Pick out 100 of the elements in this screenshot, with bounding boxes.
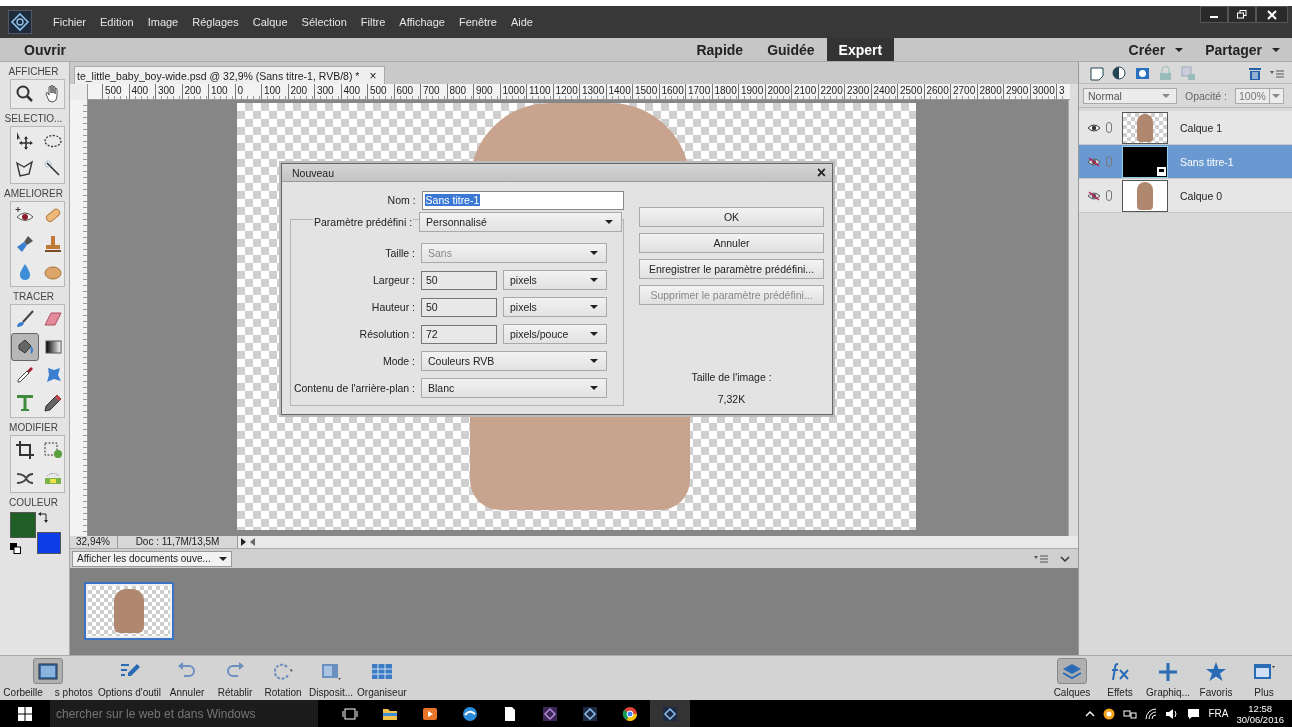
trash-icon[interactable] <box>1248 66 1262 81</box>
eye-crossed-icon[interactable] <box>1087 190 1101 201</box>
menu-item[interactable]: Fenêtre <box>451 16 504 28</box>
toolbar-button[interactable]: Corbeille s photos <box>0 656 96 700</box>
grid-icon <box>370 661 393 681</box>
default-colors-icon[interactable] <box>10 543 21 554</box>
language-indicator[interactable]: FRA <box>1208 708 1229 719</box>
toolbar-button[interactable]: Graphiq... <box>1144 656 1192 700</box>
vertical-scrollbar[interactable] <box>1068 100 1078 536</box>
mode-tab[interactable]: Rapide <box>684 38 756 61</box>
menu-item[interactable]: Filtre <box>353 16 393 28</box>
minimize-button[interactable] <box>1200 6 1228 23</box>
menu-item[interactable]: Fichier <box>46 16 93 28</box>
unit-dropdown[interactable]: pixels <box>503 297 607 317</box>
chevron-down-icon[interactable] <box>1060 554 1070 563</box>
paint-bucket-tool[interactable] <box>11 333 39 361</box>
toolbar-button[interactable]: Effets <box>1096 656 1144 700</box>
number-field[interactable]: 50 <box>421 297 497 317</box>
button-label: Corbeille <box>3 687 43 698</box>
eye-crossed-icon[interactable] <box>1087 156 1101 167</box>
dropdown[interactable]: Couleurs RVB <box>421 351 607 371</box>
sync-icon[interactable] <box>1103 707 1116 720</box>
speaker-icon[interactable] <box>1165 707 1180 720</box>
menu-button[interactable]: Créer <box>1128 41 1184 58</box>
layer-row[interactable]: Calque 1 <box>1079 111 1292 145</box>
message-icon[interactable] <box>1187 707 1201 720</box>
dropdown[interactable]: Blanc <box>421 378 607 398</box>
crop-icon <box>15 440 35 460</box>
toolbar-button[interactable]: Favoris <box>1192 656 1240 700</box>
wifi-icon[interactable] <box>1145 707 1158 720</box>
toolbar-button[interactable]: Rétablir <box>211 656 260 700</box>
dialog-button[interactable]: Enregistrer le paramètre prédéfini... <box>639 259 824 279</box>
field-label: Taille : <box>384 247 415 259</box>
link-icon[interactable] <box>1106 122 1112 133</box>
toolbar-button[interactable]: Options d'outil <box>96 656 164 700</box>
number-field[interactable]: 72 <box>421 324 497 344</box>
toolbar-button[interactable]: Calques <box>1048 656 1096 700</box>
mode-tab[interactable]: Expert <box>826 38 895 61</box>
menu-item[interactable]: Image <box>140 16 186 28</box>
network-icon[interactable] <box>1123 707 1138 720</box>
toolbar-button[interactable]: Organiseur <box>355 656 409 700</box>
toolbar-button[interactable]: Rotation <box>259 656 308 700</box>
unit-dropdown[interactable]: pixels/pouce <box>503 324 607 344</box>
toolbar-button[interactable]: Disposit... <box>307 656 356 700</box>
mask-icon[interactable] <box>1135 66 1150 81</box>
menu-item[interactable]: Calque <box>245 16 295 28</box>
horizontal-scrollbar[interactable] <box>238 536 1078 548</box>
photo-thumbnail[interactable] <box>84 582 174 640</box>
toolbar-button[interactable]: Plus <box>1240 656 1288 700</box>
windows-start-icon[interactable] <box>18 706 32 721</box>
dialog-button[interactable]: OK <box>639 207 824 227</box>
opacity-field[interactable]: 100% <box>1235 87 1284 104</box>
restore-button[interactable] <box>1228 6 1256 23</box>
blend-mode-dropdown[interactable]: Normal <box>1083 87 1177 104</box>
documents-dropdown[interactable]: Afficher les documents ouve... <box>72 550 232 567</box>
brush-icon <box>15 309 35 329</box>
swap-arrows-icon[interactable] <box>38 512 48 524</box>
browser-icon <box>622 705 638 722</box>
clock-time[interactable]: 12:58 <box>1248 702 1273 714</box>
link-icon[interactable] <box>1106 190 1112 201</box>
caret-icon <box>1272 93 1281 98</box>
ruler-label: 3 <box>1056 84 1067 99</box>
ruler-label: 2100 <box>791 84 818 99</box>
toolbar-button[interactable]: Annuler <box>163 656 212 700</box>
mode-tab[interactable]: Guidée <box>755 38 827 61</box>
document-tab[interactable]: te_little_baby_boy-wide.psd @ 32,9% (Sans titre-1, RVB/8) * × <box>74 66 386 84</box>
menu-item[interactable]: Edition <box>93 16 141 28</box>
background-color-swatch[interactable] <box>37 532 61 554</box>
close-button[interactable] <box>1256 6 1288 23</box>
dialog-button[interactable]: Annuler <box>639 233 824 253</box>
preset-dropdown[interactable]: Personnalisé <box>419 212 623 232</box>
dialog-close-button[interactable]: × <box>816 165 826 180</box>
gradient-icon <box>43 337 63 357</box>
section-label: AMELIORER <box>3 187 64 201</box>
open-button[interactable]: Ouvrir <box>0 41 90 58</box>
ruler-label: 400 <box>128 84 155 99</box>
ruler-label: 900 <box>473 84 500 99</box>
recompose-icon <box>43 440 63 460</box>
clock-date[interactable]: 30/06/2016 <box>1236 713 1284 725</box>
chevron-up-icon[interactable] <box>1085 709 1096 718</box>
foreground-color-swatch[interactable] <box>10 512 36 538</box>
new-layer-icon[interactable] <box>1089 66 1104 81</box>
ruler-label: 2200 <box>817 84 844 99</box>
menu-item[interactable]: Réglages <box>185 16 246 28</box>
tab-close-button[interactable]: × <box>369 68 377 83</box>
panel-menu-icon[interactable] <box>1034 553 1048 564</box>
unit-dropdown[interactable]: pixels <box>503 270 607 290</box>
number-field[interactable]: 50 <box>421 270 497 290</box>
layer-row[interactable]: Calque 0 <box>1079 179 1292 213</box>
diamond-icon <box>662 705 678 722</box>
name-field[interactable]: Sans titre-1 <box>421 190 624 210</box>
menu-button[interactable]: Partager <box>1205 41 1280 58</box>
ruler-label: 1200 <box>552 84 579 99</box>
half-circle-icon[interactable] <box>1112 66 1127 81</box>
menu-item[interactable]: Sélection <box>294 16 354 28</box>
menu-item[interactable]: Aide <box>503 16 540 28</box>
eye-icon[interactable] <box>1087 122 1101 133</box>
search-field[interactable]: chercher sur le web et dans Windows <box>50 700 318 727</box>
menu-item[interactable]: Affichage <box>392 16 452 28</box>
panel-menu-icon[interactable] <box>1270 68 1284 79</box>
